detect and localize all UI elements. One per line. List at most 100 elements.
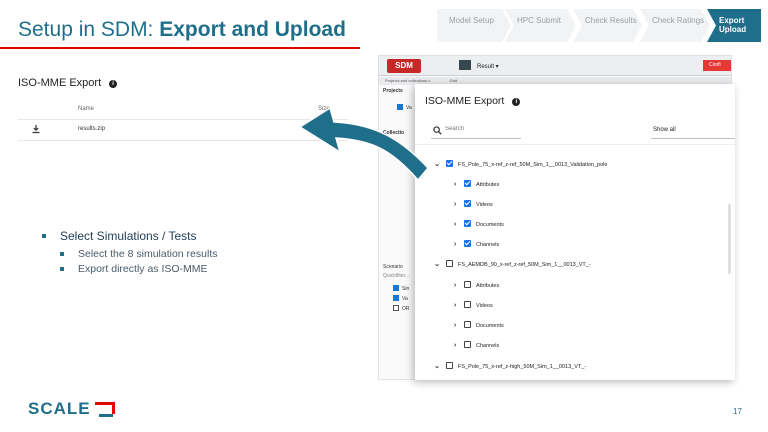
page-number: 17 bbox=[733, 407, 742, 416]
scenario-label: Sin bbox=[402, 286, 410, 292]
tab-grid[interactable]: Grid bbox=[450, 78, 458, 83]
bullet-text: Select the 8 simulation results bbox=[78, 248, 218, 260]
step-label: Check Ratings bbox=[652, 16, 705, 25]
bullet-sub: Export directly as ISO-MME bbox=[60, 263, 217, 275]
search-underline bbox=[431, 138, 521, 139]
step-check-results: Check Results bbox=[573, 9, 642, 42]
tree-row-simulation[interactable]: ⌄ FS_Pole_75_x-ref_z-ref_50M_Sim_1__0013_… bbox=[433, 160, 607, 170]
chevron-right-icon[interactable]: › bbox=[451, 341, 459, 351]
title-underline bbox=[0, 47, 360, 49]
checkbox-unchecked[interactable] bbox=[464, 301, 471, 308]
checkbox-unchecked[interactable] bbox=[446, 362, 453, 369]
process-steps: Model Setup HPC Submit Check Results Che… bbox=[437, 9, 761, 42]
show-filter-select[interactable]: Show all bbox=[653, 127, 676, 133]
chevron-right-icon[interactable]: › bbox=[451, 180, 459, 190]
tree-row-category[interactable]: › Attributes bbox=[451, 281, 499, 291]
quickfilter-input[interactable]: Quickfilter... bbox=[383, 273, 409, 279]
checkbox-unchecked[interactable] bbox=[464, 281, 471, 288]
slide-title: Setup in SDM: Export and Upload bbox=[18, 18, 346, 42]
file-name[interactable]: results.zip bbox=[78, 126, 105, 132]
checkbox-unchecked[interactable] bbox=[464, 341, 471, 348]
checkbox-checked[interactable] bbox=[464, 180, 471, 187]
chevron-down-icon[interactable]: ⌄ bbox=[433, 362, 441, 372]
chevron-right-icon[interactable]: › bbox=[451, 200, 459, 210]
chevron-right-icon[interactable]: › bbox=[451, 321, 459, 331]
checkbox-checked[interactable] bbox=[397, 104, 403, 110]
bullet-list: Select Simulations / Tests Select the 8 … bbox=[42, 229, 217, 278]
chevron-down-icon[interactable]: ⌄ bbox=[433, 260, 441, 270]
result-label: Result bbox=[477, 64, 495, 70]
dialog-title-text: ISO-MME Export bbox=[425, 95, 505, 107]
download-icon[interactable] bbox=[31, 124, 41, 134]
tree-row-simulation[interactable]: ⌄ FS_Pole_75_x-ref_z-high_50M_Sim_1__0013… bbox=[433, 362, 586, 372]
project-item[interactable]: Va bbox=[397, 104, 412, 111]
chevron-right-icon[interactable]: › bbox=[451, 301, 459, 311]
checkbox-checked[interactable] bbox=[446, 160, 453, 167]
tree-label: Documents bbox=[476, 323, 504, 329]
dialog-title: ISO-MME Export i bbox=[425, 95, 521, 107]
checkbox-checked[interactable] bbox=[393, 285, 399, 291]
scenarios-label: Scenario bbox=[383, 264, 403, 270]
project-item-label: Va bbox=[406, 105, 412, 111]
chevron-right-icon[interactable]: › bbox=[451, 240, 459, 250]
result-dropdown[interactable]: Result ▾ bbox=[459, 60, 499, 70]
slide-title-plain: Setup in SDM: bbox=[18, 18, 160, 41]
slide-title-bold: Export and Upload bbox=[159, 18, 346, 41]
sdm-logo: SDM bbox=[387, 59, 421, 73]
bullet-marker bbox=[42, 234, 46, 238]
tree-label: Videos bbox=[476, 202, 493, 208]
bullet-text: Export directly as ISO-MME bbox=[78, 263, 208, 275]
info-icon[interactable]: i bbox=[512, 98, 521, 106]
scenario-item[interactable]: Va bbox=[393, 295, 408, 302]
scenario-label: Va bbox=[402, 296, 408, 302]
bullet-sub: Select the 8 simulation results bbox=[60, 248, 217, 260]
search-icon bbox=[433, 126, 442, 135]
column-header-size[interactable]: Size bbox=[318, 106, 330, 112]
tree-row-category[interactable]: › Videos bbox=[451, 200, 493, 210]
tree-label: Documents bbox=[476, 222, 504, 228]
checkbox-checked[interactable] bbox=[464, 200, 471, 207]
bullet-text: Select Simulations / Tests bbox=[60, 229, 197, 243]
checkbox-unchecked[interactable] bbox=[393, 305, 399, 311]
checkbox-checked[interactable] bbox=[464, 240, 471, 247]
tree-label: FS_Pole_75_x-ref_z-ref_50M_Sim_1__0013_V… bbox=[458, 162, 608, 168]
column-header-name[interactable]: Name bbox=[78, 106, 94, 112]
checkbox-unchecked[interactable] bbox=[446, 260, 453, 267]
tree-label: Attributes bbox=[476, 182, 500, 188]
app-toolbar: SDM Result ▾ Confi bbox=[379, 56, 731, 76]
tree-row-category[interactable]: › Channels bbox=[451, 341, 499, 351]
bullet-marker bbox=[60, 252, 64, 256]
step-label: HPC Submit bbox=[517, 16, 562, 25]
checkbox-unchecked[interactable] bbox=[464, 321, 471, 328]
checkbox-checked[interactable] bbox=[393, 295, 399, 301]
step-label: Export Upload bbox=[719, 16, 747, 34]
tree-label: Attributes bbox=[476, 283, 500, 289]
table-divider bbox=[18, 119, 348, 120]
step-label: Check Results bbox=[585, 16, 637, 25]
scenario-label: OR bbox=[402, 306, 410, 312]
tree-row-category[interactable]: › Channels bbox=[451, 240, 499, 250]
config-button[interactable]: Confi bbox=[703, 60, 731, 71]
export-title-text: ISO-MME Export bbox=[18, 77, 102, 89]
scenario-item[interactable]: OR bbox=[393, 305, 410, 312]
dialog-divider bbox=[415, 144, 735, 145]
no-items-text: No bbox=[407, 156, 414, 162]
scrollbar[interactable] bbox=[728, 204, 731, 274]
tree-row-category[interactable]: › Videos bbox=[451, 301, 493, 311]
info-icon[interactable]: i bbox=[109, 80, 118, 88]
tree-row-simulation[interactable]: ⌄ FS_AEMDB_90_x-ref_z-ref_50M_Sim_1__0013… bbox=[433, 260, 591, 270]
checkbox-checked[interactable] bbox=[464, 220, 471, 227]
search-input[interactable] bbox=[445, 126, 519, 132]
tree-row-category[interactable]: › Attributes bbox=[451, 180, 499, 190]
tree-label: Videos bbox=[476, 303, 493, 309]
tree-row-category[interactable]: › Documents bbox=[451, 220, 504, 230]
chevron-down-icon[interactable]: ⌄ bbox=[433, 160, 441, 170]
tree-label: Channels bbox=[476, 242, 500, 248]
tree-label: FS_Pole_75_x-ref_z-high_50M_Sim_1__0013_… bbox=[458, 364, 587, 370]
scenario-item[interactable]: Sin bbox=[393, 285, 409, 292]
step-hpc-submit: HPC Submit bbox=[505, 9, 576, 42]
chevron-right-icon[interactable]: › bbox=[451, 281, 459, 291]
chevron-right-icon[interactable]: › bbox=[451, 220, 459, 230]
tree-row-category[interactable]: › Documents bbox=[451, 321, 504, 331]
tab-projects[interactable]: Projects and collections × bbox=[385, 78, 430, 83]
